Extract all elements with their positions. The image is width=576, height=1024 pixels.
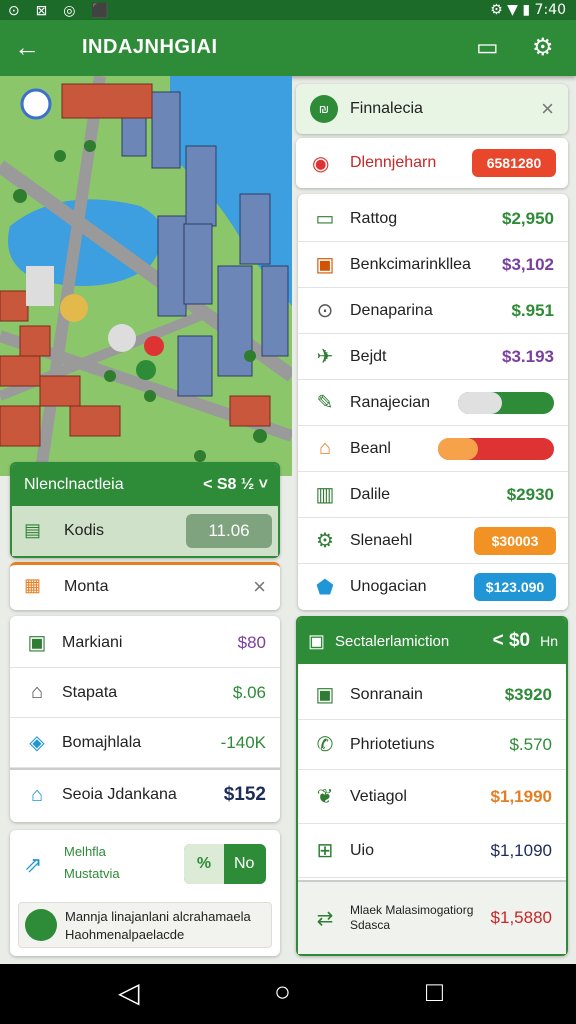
finance-header-card: ₪ Finnalecia × (296, 84, 568, 134)
bank-icon: ⌂ (30, 783, 44, 806)
back-arrow-icon[interactable]: ← (14, 32, 40, 62)
back-icon[interactable]: ◁ (118, 976, 140, 1009)
list-item[interactable]: ✆ Phriotetiuns $.570 (298, 720, 566, 770)
highlight-label: Dlennjeharn (350, 154, 437, 171)
transfer-icon: ⇄ (316, 907, 334, 930)
progress-bar (438, 437, 554, 460)
screen-icon[interactable]: ▭ (476, 33, 499, 62)
calendar-icon: ▦ (24, 575, 42, 595)
pencil-icon: ✎ (316, 392, 334, 414)
list-item[interactable]: ⌂ Stapata $.06 (10, 668, 280, 718)
list-item[interactable]: ⇄ Mlaek Malasimogatiorg Sdasca $1,5880 (298, 880, 566, 954)
map-icon: ▤ (24, 520, 42, 540)
status-bar: ⊙ ⊠ ◎ ⬛ ⚙ ▼ ▮ 7:40 (0, 0, 576, 20)
finance-icon: ₪ (310, 95, 338, 123)
alarm-icon: ◉ (312, 153, 330, 175)
list-item[interactable]: ✈ Bejdt $3.193 (298, 334, 568, 380)
navigation-bar: ◁ ○ □ (0, 964, 576, 1024)
list-item[interactable]: ❦ Vetiagol $1,1990 (298, 770, 566, 824)
list-item[interactable]: ⚙ Slenaehl $30003 (298, 518, 568, 564)
section-card: ▣ Sectalerlamiction < $0 Hn ▣ Sonranain $3… (296, 616, 568, 956)
highlight-value: 6581280 (472, 149, 556, 177)
gear-icon[interactable]: ⚙ (532, 33, 554, 62)
close-icon[interactable]: × (541, 96, 554, 122)
recents-icon[interactable]: □ (426, 976, 443, 1008)
chart-icon: ▥ (315, 484, 335, 506)
wallet-icon: ▣ (315, 684, 335, 706)
gear-icon: ⚙ (316, 530, 334, 552)
list-item[interactable]: ⌂ Seoia Jdankana $152 (10, 768, 280, 820)
plane-icon: ✈ (316, 346, 334, 368)
user-row[interactable]: Mannja linajanlani alcrahamaela Haohmena… (18, 902, 272, 948)
progress-row[interactable]: ⌂ Beanl (298, 426, 568, 472)
promo-card: ⇗ Melhfla Mustatvia % No Mannja linajanl… (10, 830, 280, 956)
left-summary-card: Nlenclnactleia < S8 ½ ˅ ▤ Kodis 11.06 (10, 462, 280, 558)
left-list: ▣ Markiani $80 ⌂ Stapata $.06 ◈ Bomajhlala -14… (10, 616, 280, 822)
finance-title: Finnalecia (350, 100, 423, 117)
box-icon: ▭ (315, 208, 335, 230)
promo-toggle-button[interactable]: % No (184, 844, 266, 884)
list-item[interactable]: ⊙ Denaparina $.951 (298, 288, 568, 334)
shop-icon: ⌂ (30, 681, 44, 703)
list-item[interactable]: ▣ Benkcimarinkllea $3,102 (298, 242, 568, 288)
close-icon[interactable]: × (253, 574, 266, 600)
finance-list: ▭ Rattog $2,950 ▣ Benkcimarinkllea $3,102 ⊙ D… (298, 194, 568, 610)
kodis-row[interactable]: ▤ Kodis 11.06 (12, 506, 278, 556)
clock: ⚙ ▼ ▮ 7:40 (490, 2, 566, 18)
toggle-switch[interactable] (458, 391, 554, 414)
status-icons: ⊙ ⊠ ◎ ⬛ (8, 2, 115, 18)
home-icon[interactable]: ○ (274, 976, 291, 1008)
list-item[interactable]: ▭ Rattog $2,950 (298, 196, 568, 242)
app-title: INDAJNHGIAI (82, 36, 218, 58)
bag-icon: ▣ (315, 254, 335, 276)
app-bar: ← INDAJNHGIAI ▭ ⚙ (0, 20, 576, 76)
percent-icon: % (184, 844, 224, 884)
list-item[interactable]: ◈ Bomajhlala -140K (10, 718, 280, 768)
phone-icon: ✆ (316, 734, 334, 756)
section-header: ▣ Sectalerlamiction < $0 Hn (298, 618, 566, 664)
coin-icon: ⊙ (316, 300, 334, 322)
city-map[interactable] (0, 76, 292, 476)
register-icon: ▣ (27, 632, 47, 654)
list-item[interactable]: ▣ Markiani $80 (10, 618, 280, 668)
toggle-row[interactable]: ✎ Ranajecian (298, 380, 568, 426)
monta-row[interactable]: ▦ Monta × (10, 562, 280, 610)
cart-icon: ⊞ (316, 840, 334, 862)
home-icon: ⌂ (318, 437, 332, 459)
left-summary-header: Nlenclnactleia < S8 ½ ˅ (12, 464, 278, 506)
avatar (25, 909, 57, 941)
tag-icon: ◈ (29, 732, 45, 754)
list-item[interactable]: ⊞ Uio $1,1090 (298, 824, 566, 878)
list-item[interactable]: ▥ Dalile $2930 (298, 472, 568, 518)
highlight-row[interactable]: ◉ Dlennjeharn 6581280 (296, 138, 568, 188)
trend-icon: ⇗ (24, 852, 43, 877)
leaf-icon: ❦ (316, 786, 334, 808)
shield-icon: ⬟ (316, 576, 334, 599)
list-item[interactable]: ⬟ Unogacian $123.090 (298, 564, 568, 610)
calculator-icon: ▣ (308, 630, 326, 651)
list-item[interactable]: ▣ Sonranain $3920 (298, 670, 566, 720)
